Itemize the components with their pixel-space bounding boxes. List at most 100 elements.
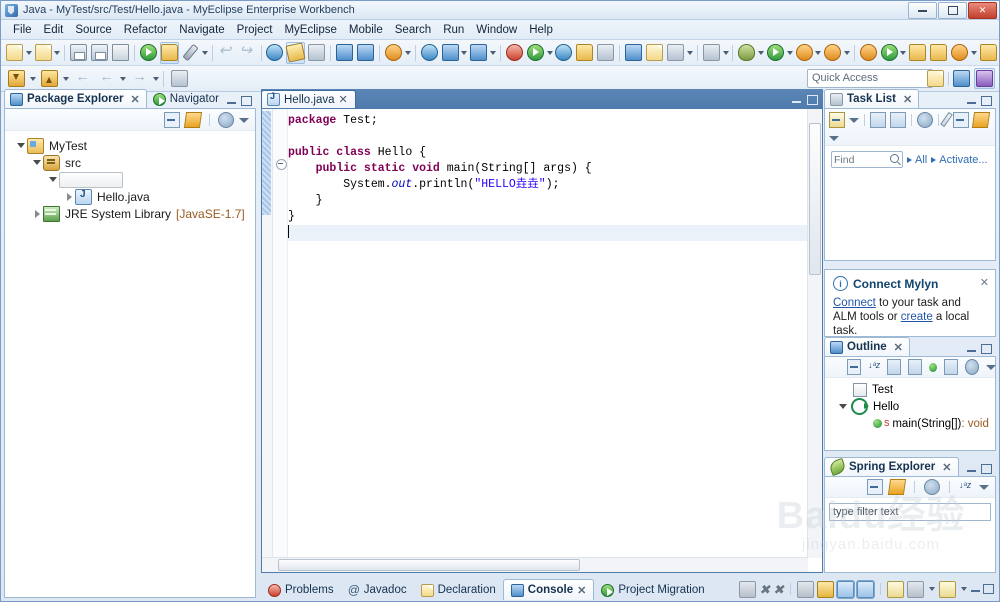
run-server-dropdown[interactable] [546, 43, 554, 63]
menu-item-refactor[interactable]: Refactor [118, 23, 173, 37]
sort-icon[interactable]: ↓ᵃz [868, 360, 880, 374]
snapshot-button[interactable] [702, 42, 721, 64]
pencil-button[interactable] [950, 42, 969, 64]
categorized-mode-icon[interactable] [870, 111, 886, 128]
create-link[interactable]: create [901, 311, 933, 323]
view-menu-icon[interactable] [218, 111, 234, 128]
menu-item-project[interactable]: Project [231, 23, 279, 37]
open-console-icon[interactable] [907, 580, 924, 598]
minimize-view-icon[interactable] [227, 99, 236, 104]
print-button[interactable] [111, 42, 130, 64]
new-console-view-icon[interactable] [939, 580, 956, 598]
new-console-dropdown[interactable] [959, 579, 968, 599]
link-with-editor-icon[interactable] [887, 479, 907, 495]
step-return-button[interactable] [38, 68, 60, 90]
tree-item-package-editing[interactable] [5, 171, 255, 188]
tab-task-list[interactable]: Task List ✕ [824, 89, 920, 108]
export-button[interactable] [139, 42, 158, 64]
tab-close-icon[interactable]: ✕ [131, 93, 140, 106]
deploy-dropdown[interactable] [404, 43, 412, 63]
external-tools-dropdown[interactable] [843, 43, 851, 63]
tab-navigator[interactable]: Navigator [147, 89, 226, 108]
menu-item-source[interactable]: Source [69, 23, 117, 37]
external-tools-button[interactable] [823, 42, 842, 64]
editor-tab-close-icon[interactable]: ✕ [339, 93, 348, 106]
pin-console-icon[interactable] [836, 579, 855, 599]
tree-item-jre-system-library[interactable]: JRE System Library [JavaSE-1.7] [5, 205, 255, 222]
tab-declaration[interactable]: Declaration [414, 580, 503, 600]
new-class-button[interactable] [880, 42, 899, 64]
db-browser-button[interactable] [441, 42, 460, 64]
run-config-button[interactable] [795, 42, 814, 64]
pencil-dropdown[interactable] [970, 43, 978, 63]
horizontal-scroll-thumb[interactable] [278, 559, 580, 571]
new-wizard-button[interactable] [34, 42, 53, 64]
collapse-all-icon[interactable] [847, 359, 862, 375]
tab-javadoc[interactable]: @ Javadoc [341, 580, 414, 600]
back-button[interactable] [71, 68, 93, 90]
tab-close-icon[interactable]: ✕ [942, 461, 951, 474]
tab-outline[interactable]: Outline ✕ [824, 337, 910, 356]
link-with-editor-icon[interactable] [183, 111, 203, 128]
open-task-button[interactable] [908, 42, 927, 64]
build-button[interactable] [181, 42, 200, 64]
view-dropdown-icon[interactable] [239, 115, 249, 125]
web-browser-button[interactable] [420, 42, 439, 64]
redo-button[interactable] [238, 41, 257, 64]
hide-fields-icon[interactable] [887, 359, 902, 375]
menu-item-help[interactable]: Help [523, 23, 559, 37]
view-dropdown-icon[interactable] [986, 362, 996, 372]
maximize-icon[interactable] [983, 584, 994, 594]
minimize-view-icon[interactable] [967, 99, 976, 104]
run-server-button[interactable] [526, 42, 545, 64]
toggle-whitespace-button[interactable] [356, 42, 375, 64]
tab-console[interactable]: Console ✕ [502, 579, 595, 600]
scheduled-mode-icon[interactable] [890, 111, 906, 128]
view-dropdown-icon[interactable] [979, 482, 989, 492]
code-editor[interactable]: package Test; public class Hello { publi… [261, 108, 823, 573]
deploy-button[interactable] [384, 42, 403, 64]
tab-spring-explorer[interactable]: Spring Explorer ✕ [824, 457, 959, 477]
expand-twisty-icon[interactable] [31, 208, 43, 220]
outline-item-test[interactable]: Test [825, 381, 995, 398]
minimize-editor-icon[interactable] [792, 98, 801, 103]
outline-item-main-method[interactable]: S main(String[]) : void [825, 415, 995, 432]
undo-button[interactable] [217, 41, 236, 64]
editor-code-content[interactable]: package Test; public class Hello { publi… [288, 109, 808, 572]
maximize-view-icon[interactable] [981, 464, 992, 474]
display-selected-console-icon[interactable] [887, 580, 904, 598]
save-all-button[interactable] [90, 42, 109, 64]
previous-button[interactable] [95, 68, 117, 90]
open-perspective-icon-button[interactable] [925, 68, 946, 89]
tree-item-mytest[interactable]: MyTest [5, 137, 255, 154]
server-button[interactable] [505, 42, 524, 64]
remove-launch-icon[interactable]: ✖ [759, 583, 770, 596]
view-menu-icon[interactable] [829, 133, 839, 143]
hide-static-icon[interactable] [908, 359, 923, 375]
tab-problems[interactable]: Problems [261, 580, 341, 600]
menu-item-mobile[interactable]: Mobile [343, 23, 389, 37]
expand-twisty-icon[interactable] [63, 191, 75, 203]
debug-button[interactable] [737, 42, 756, 64]
tab-package-explorer[interactable]: Package Explorer ✕ [4, 89, 147, 108]
focus-on-workweek-icon[interactable] [917, 111, 933, 128]
maximize-editor-icon[interactable] [807, 95, 818, 105]
minimize-icon[interactable] [971, 587, 980, 592]
close-button[interactable]: ✕ [968, 2, 997, 19]
open-console-dropdown[interactable] [927, 579, 936, 599]
run-button[interactable] [766, 42, 785, 64]
run-config-dropdown[interactable] [815, 43, 823, 63]
new-package-button[interactable] [859, 42, 878, 64]
tree-item-src[interactable]: src [5, 154, 255, 171]
new-task-dropdown-icon[interactable] [849, 115, 859, 125]
open-type-button[interactable] [160, 41, 179, 64]
menu-item-myeclipse[interactable]: MyEclipse [278, 23, 342, 37]
close-icon[interactable]: ✕ [980, 276, 989, 289]
expand-twisty-icon[interactable] [47, 174, 59, 186]
view-menu-icon[interactable] [924, 479, 940, 495]
package-name-edit-field[interactable] [59, 171, 123, 188]
menu-item-run[interactable]: Run [437, 23, 470, 37]
open-perspective-button[interactable] [168, 68, 190, 90]
new-task-icon[interactable] [829, 111, 845, 128]
step-return-dropdown[interactable] [61, 69, 70, 89]
